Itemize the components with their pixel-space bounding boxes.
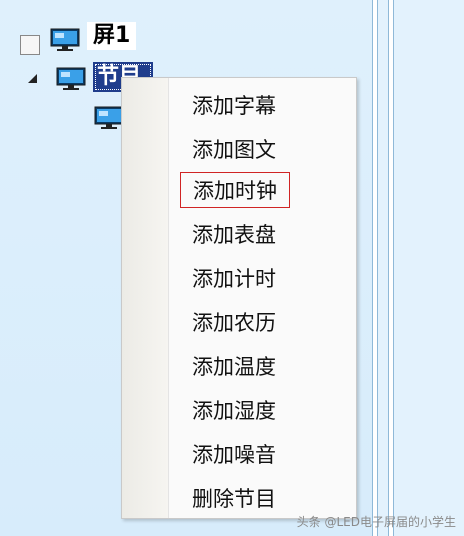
menu-item-add-clock[interactable]: 添加时钟	[180, 172, 290, 208]
context-menu-gutter	[122, 78, 169, 518]
context-menu: 添加字幕 添加图文 添加时钟 添加表盘 添加计时 添加农历 添加温度 添加湿度 …	[121, 77, 357, 519]
watermark-text: 头条 @LED电子屏届的小学生	[296, 515, 456, 529]
tree-item-screen-label[interactable]: 屏1	[87, 22, 137, 50]
tree-expand-arrow-icon[interactable]	[28, 74, 37, 83]
screen-monitor-icon	[50, 28, 80, 51]
menu-item-add-image-text[interactable]: 添加图文	[180, 132, 288, 168]
menu-item-add-subtitle[interactable]: 添加字幕	[180, 88, 288, 124]
menu-item-add-timer[interactable]: 添加计时	[180, 261, 288, 297]
panel-divider[interactable]	[372, 0, 378, 536]
panel-divider-right[interactable]	[388, 0, 394, 536]
screen-checkbox[interactable]	[20, 35, 40, 55]
menu-item-add-dial[interactable]: 添加表盘	[180, 217, 288, 253]
menu-item-add-temperature[interactable]: 添加温度	[180, 349, 288, 385]
area-monitor-icon	[94, 106, 124, 129]
program-monitor-icon	[56, 67, 86, 90]
menu-item-add-humidity[interactable]: 添加湿度	[180, 393, 288, 429]
menu-item-delete-program[interactable]: 删除节目	[180, 481, 288, 517]
menu-item-add-noise[interactable]: 添加噪音	[180, 437, 288, 473]
menu-item-add-lunar-calendar[interactable]: 添加农历	[180, 305, 288, 341]
